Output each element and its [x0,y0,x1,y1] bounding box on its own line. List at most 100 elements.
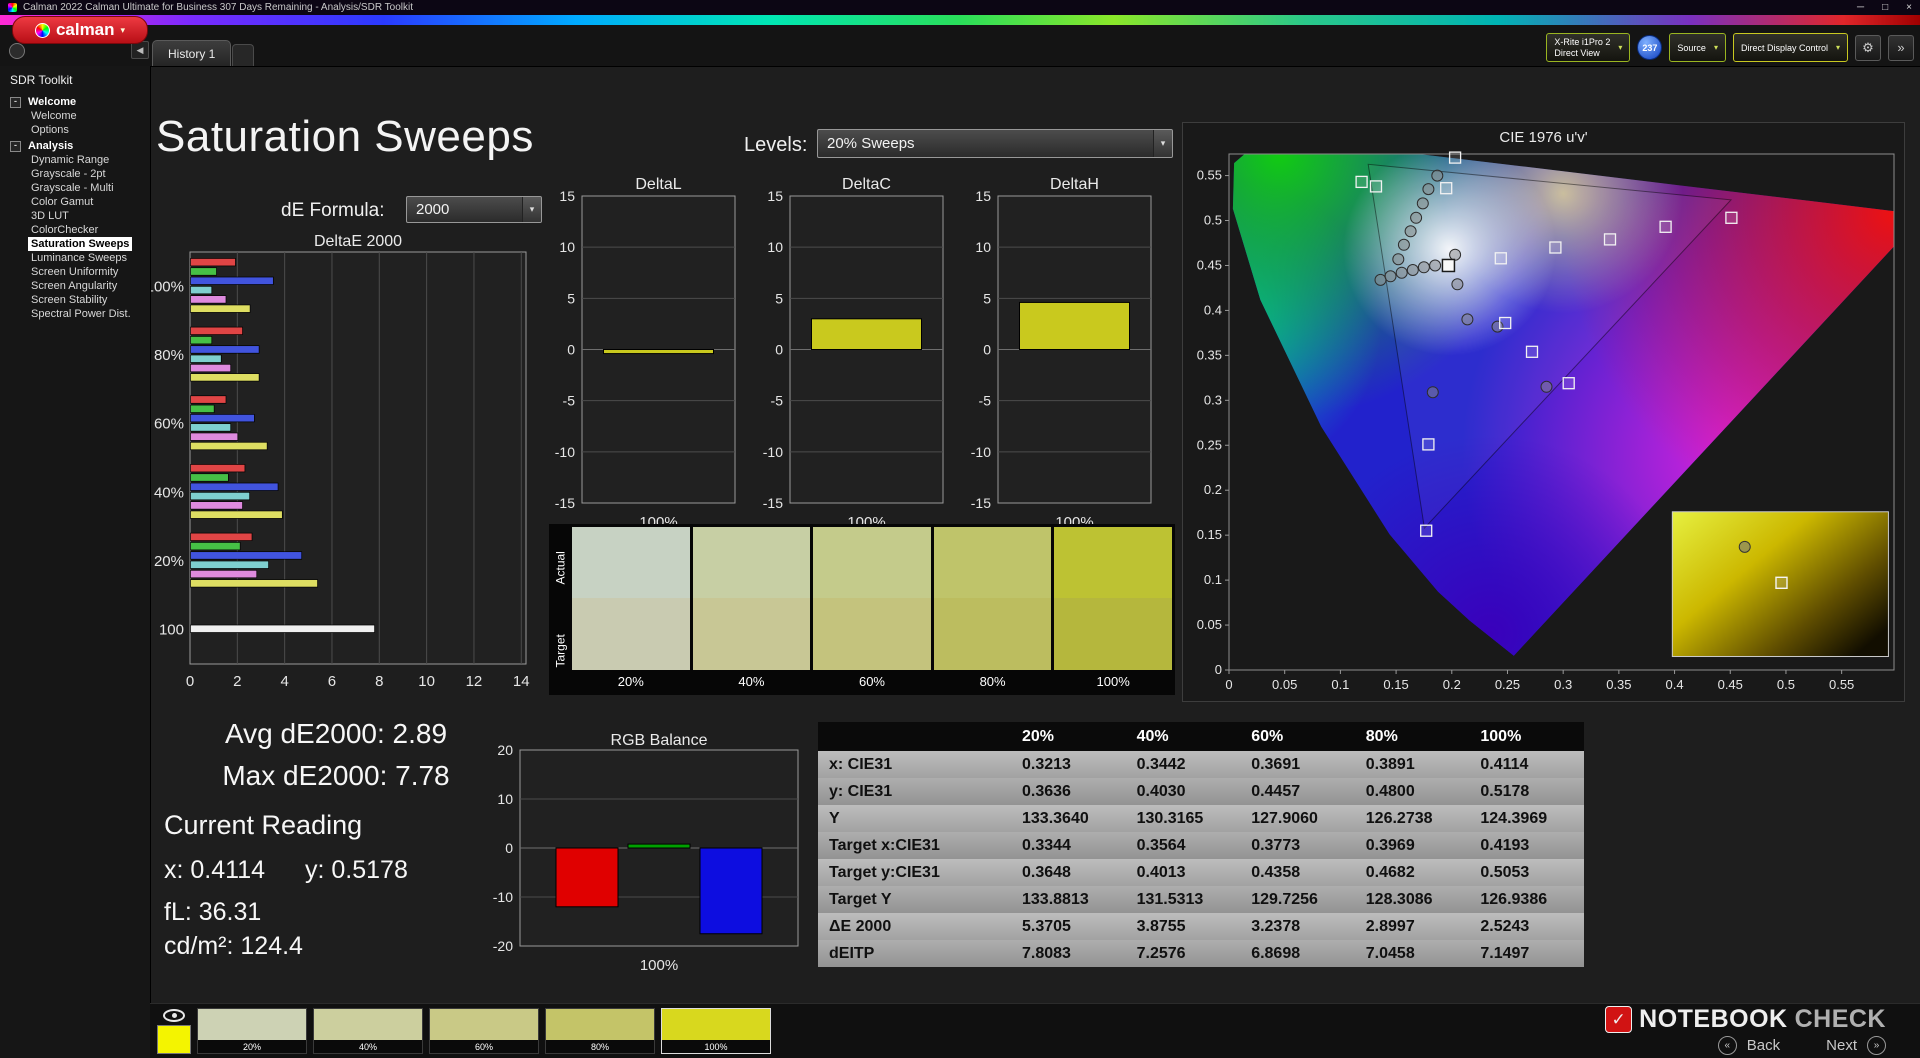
sidebar-item-options[interactable]: Options [0,123,150,137]
calman-logo-icon [35,23,50,38]
tab-history-1[interactable]: History 1 [152,40,231,66]
preview-column[interactable] [157,1009,191,1054]
sidebar-item-3d-lut[interactable]: 3D LUT [0,209,150,223]
svg-text:-5: -5 [563,393,576,409]
sidebar-item-dynamic-range[interactable]: Dynamic Range [0,153,150,167]
sidebar-item-color-gamut[interactable]: Color Gamut [0,195,150,209]
thumbnail-100%[interactable]: 100% [661,1008,771,1054]
minimize-button[interactable]: ─ [1857,2,1864,13]
source-button[interactable]: Source ▾ [1669,33,1726,62]
svg-text:5: 5 [983,290,991,306]
table-cell: 0.4030 [1126,778,1241,805]
table-cell: 0.4013 [1126,859,1241,886]
sidebar-item-label: Options [28,123,72,137]
table-row-label: Target y:CIE31 [818,859,1011,886]
sidebar-item-saturation-sweeps[interactable]: Saturation Sweeps [0,237,150,251]
new-tab-stub[interactable] [232,44,254,66]
sidebar-item-spectral-power-dist-[interactable]: Spectral Power Dist. [0,307,150,321]
current-patch-swatch [157,1025,191,1054]
display-control-button[interactable]: Direct Display Control ▾ [1733,33,1848,62]
calman-logo-text: calman [56,20,115,40]
sidebar-item-welcome[interactable]: -Welcome [0,95,150,109]
swatch-actual-color [934,527,1052,598]
back-button[interactable]: Back [1747,1037,1780,1054]
svg-text:0.5: 0.5 [1204,213,1222,228]
collapse-toggle-icon[interactable]: - [10,97,21,108]
sidebar-item-screen-stability[interactable]: Screen Stability [0,293,150,307]
table-column-header: 40% [1126,722,1241,751]
expand-chevrons-icon[interactable]: » [1888,35,1914,61]
svg-text:0.2: 0.2 [1204,482,1222,497]
swatch-100%[interactable]: 100% [1054,527,1172,692]
table-cell: 6.8698 [1240,940,1355,967]
sidebar-item-grayscale-2pt[interactable]: Grayscale - 2pt [0,167,150,181]
thumbnail-label: 100% [662,1040,770,1053]
de-formula-dropdown[interactable]: 2000 ▾ [406,196,542,223]
swatch-60%[interactable]: 60% [813,527,931,692]
table-cell: 126.9386 [1469,886,1584,913]
svg-text:4: 4 [280,673,288,690]
sidebar-item-label: Saturation Sweeps [28,237,132,251]
thumbnail-swatch [430,1009,538,1040]
table-cell: 0.3442 [1126,751,1241,778]
current-fl: fL: 36.31 [164,898,261,927]
max-de2000: Max dE2000: 7.78 [196,760,476,792]
thumbnail-20%[interactable]: 20% [197,1008,307,1054]
swatch-20%[interactable]: 20% [572,527,690,692]
sidebar-item-luminance-sweeps[interactable]: Luminance Sweeps [0,251,150,265]
swatch-80%[interactable]: 80% [934,527,1052,692]
chevron-down-icon: ▾ [1714,43,1718,52]
levels-dropdown[interactable]: 20% Sweeps ▾ [817,129,1173,158]
swatch-actual-color [693,527,811,598]
display-control-label: Direct Display Control [1741,43,1828,53]
collapse-toggle-icon[interactable]: - [10,141,21,152]
table-row: Y133.3640130.3165127.9060126.2738124.396… [818,805,1584,832]
svg-text:2: 2 [233,673,241,690]
svg-text:0.1: 0.1 [1331,677,1349,692]
sidebar-menu-button[interactable] [9,43,25,59]
close-button[interactable]: × [1906,2,1912,13]
meter-line1: X-Rite i1Pro 2 [1554,37,1610,47]
sidebar-item-label: Screen Angularity [28,279,120,293]
svg-text:8: 8 [375,673,383,690]
next-arrow-icon[interactable]: » [1867,1036,1886,1055]
thumbnail-80%[interactable]: 80% [545,1008,655,1054]
gear-icon[interactable]: ⚙ [1855,35,1881,61]
svg-text:0.25: 0.25 [1197,437,1222,452]
source-label: Source [1677,43,1706,53]
table-cell: 7.8083 [1011,940,1126,967]
sidebar-item-analysis[interactable]: -Analysis [0,139,150,153]
table-row-label: x: CIE31 [818,751,1011,778]
sidebar-item-welcome[interactable]: Welcome [0,109,150,123]
sidebar-item-label: Luminance Sweeps [28,251,130,265]
svg-text:-5: -5 [979,393,992,409]
thumbnail-40%[interactable]: 40% [313,1008,423,1054]
table-row: ΔE 20005.37053.87553.23782.89972.5243 [818,913,1584,940]
svg-text:-10: -10 [763,444,783,460]
table-cell: 2.5243 [1469,913,1584,940]
sidebar-item-label: Screen Stability [28,293,110,307]
sidebar-item-grayscale-multi[interactable]: Grayscale - Multi [0,181,150,195]
table-cell: 0.3969 [1355,832,1470,859]
meter-count-badge[interactable]: 237 [1637,35,1662,60]
results-table: 20%40%60%80%100%x: CIE310.32130.34420.36… [818,722,1584,967]
back-arrow-icon[interactable]: « [1718,1036,1737,1055]
svg-text:-15: -15 [555,495,575,511]
sidebar-item-screen-uniformity[interactable]: Screen Uniformity [0,265,150,279]
table-column-header: 100% [1469,722,1584,751]
sidebar-item-colorchecker[interactable]: ColorChecker [0,223,150,237]
svg-text:-10: -10 [555,444,575,460]
chevron-down-icon: ▾ [1153,130,1172,157]
sidebar-item-screen-angularity[interactable]: Screen Angularity [0,279,150,293]
meter-button[interactable]: X-Rite i1Pro 2 Direct View ▾ [1546,33,1630,62]
next-button[interactable]: Next [1826,1037,1857,1054]
table-cell: 0.3344 [1011,832,1126,859]
swatch-40%[interactable]: 40% [693,527,811,692]
thumbnail-60%[interactable]: 60% [429,1008,539,1054]
calman-logo-button[interactable]: calman ▾ [12,16,148,44]
cie-zoom-inset [1672,512,1888,657]
chevron-down-icon: ▾ [121,25,126,36]
maximize-button[interactable]: □ [1882,2,1888,13]
table-cell: 5.3705 [1011,913,1126,940]
table-cell: 0.5053 [1469,859,1584,886]
